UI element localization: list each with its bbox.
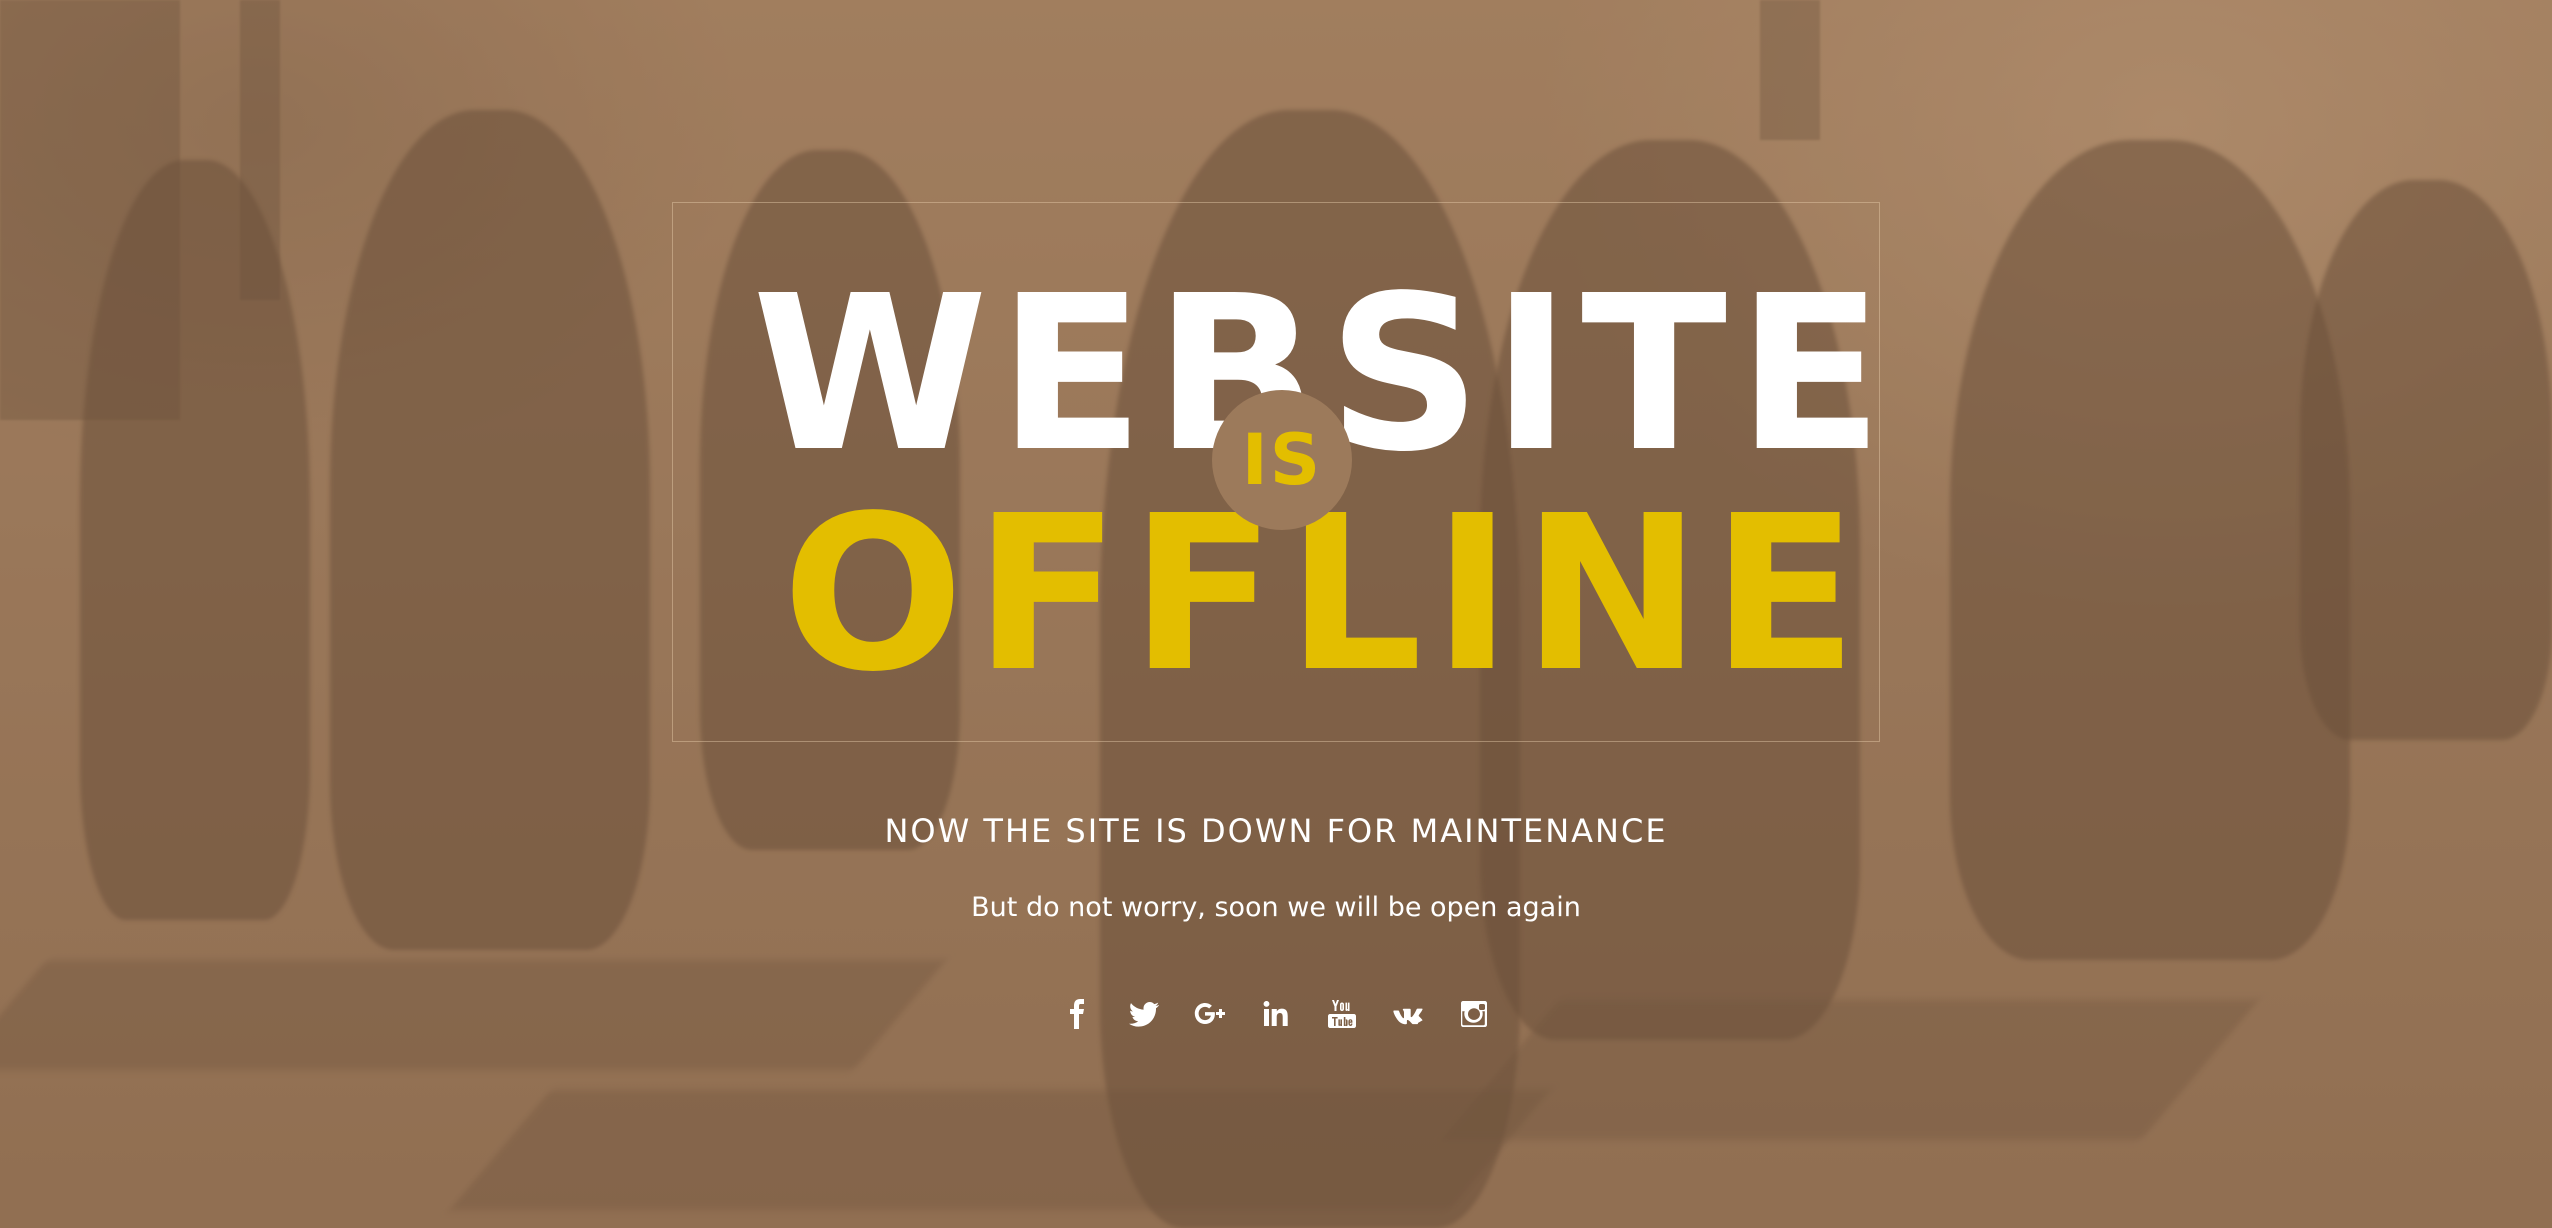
title-offline: OFFLINE	[782, 470, 1868, 719]
youtube-link[interactable]	[1325, 994, 1359, 1034]
title-is-badge: IS	[1212, 390, 1352, 530]
google-plus-icon	[1194, 1003, 1225, 1024]
twitter-icon	[1129, 1002, 1159, 1027]
youtube-icon	[1328, 1000, 1356, 1028]
linkedin-icon	[1263, 1001, 1288, 1026]
maintenance-headline: NOW THE SITE IS DOWN FOR MAINTENANCE	[884, 812, 1668, 850]
instagram-icon	[1461, 1001, 1487, 1027]
vk-icon	[1393, 1008, 1423, 1025]
social-links	[0, 994, 2552, 1034]
facebook-link[interactable]	[1061, 994, 1095, 1034]
maintenance-subline: But do not worry, soon we will be open a…	[971, 892, 1581, 923]
vk-link[interactable]	[1391, 994, 1425, 1034]
linkedin-link[interactable]	[1259, 994, 1293, 1034]
google-plus-link[interactable]	[1193, 994, 1227, 1034]
twitter-link[interactable]	[1127, 994, 1161, 1034]
facebook-icon	[1070, 999, 1084, 1029]
instagram-link[interactable]	[1457, 994, 1491, 1034]
